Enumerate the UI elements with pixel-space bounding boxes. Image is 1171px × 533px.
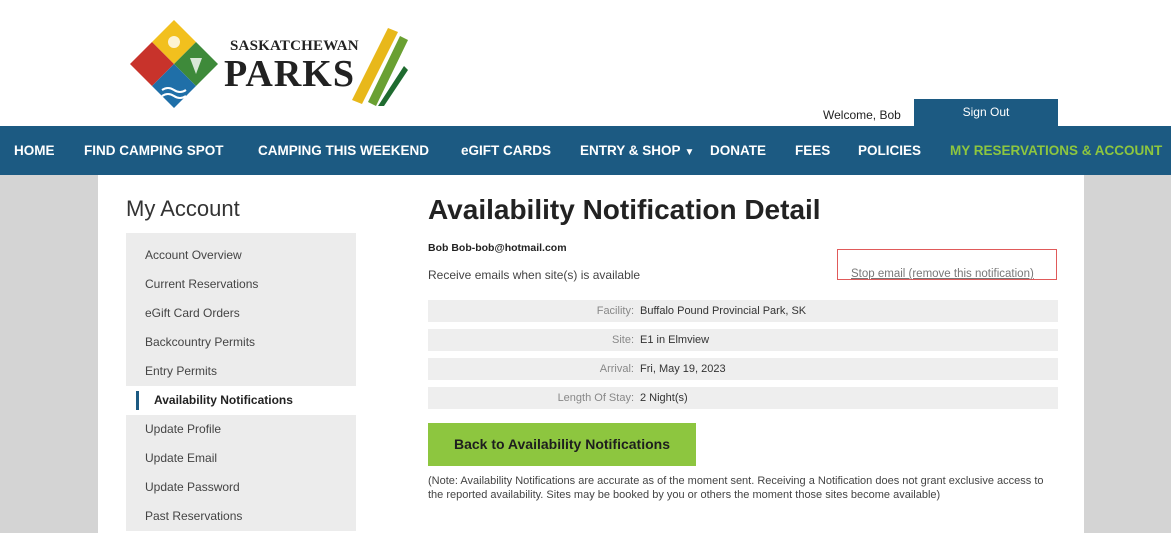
sidebar-item-current-reservations[interactable]: Current Reservations (126, 270, 356, 299)
chevron-down-icon: ▼ (684, 147, 695, 158)
stop-email-highlight: Stop email (remove this notification) (837, 249, 1057, 280)
main-nav: HOME FIND CAMPING SPOT CAMPING THIS WEEK… (0, 126, 1171, 175)
detail-label: Site: (611, 334, 634, 346)
nav-egift-cards[interactable]: eGIFT CARDS (461, 126, 551, 175)
detail-row-site: Site: E1 in Elmview (428, 329, 1058, 351)
nav-entry-shop-label: ENTRY & SHOP (580, 143, 681, 158)
detail-value: 2 Night(s) (640, 392, 688, 404)
wheat-stripe-icon (352, 28, 408, 106)
detail-row-length-of-stay: Length Of Stay: 2 Night(s) (428, 387, 1058, 409)
notification-description: Receive emails when site(s) is available (428, 268, 641, 282)
disclaimer-note: (Note: Availability Notifications are ac… (428, 475, 1044, 501)
sidebar-item-update-email[interactable]: Update Email (126, 444, 356, 473)
sidebar-item-account-overview[interactable]: Account Overview (126, 241, 356, 270)
site-header: SASKATCHEWAN PARKS Welcome, Bob Sign Out (0, 0, 1171, 126)
notification-details: Facility: Buffalo Pound Provincial Park,… (428, 300, 1058, 416)
nav-home[interactable]: HOME (14, 126, 55, 175)
back-to-notifications-button[interactable]: Back to Availability Notifications (428, 423, 696, 466)
detail-label: Length Of Stay: (557, 392, 634, 404)
nav-camping-this-weekend[interactable]: CAMPING THIS WEEKEND (258, 126, 429, 175)
sign-out-button[interactable]: Sign Out (914, 99, 1058, 126)
welcome-text: Welcome, Bob (823, 108, 901, 122)
sidebar-item-update-password[interactable]: Update Password (126, 473, 356, 502)
sidebar-item-past-reservations[interactable]: Past Reservations (126, 502, 356, 531)
sidebar-item-entry-permits[interactable]: Entry Permits (126, 357, 356, 386)
detail-value: E1 in Elmview (640, 334, 710, 346)
detail-row-arrival: Arrival: Fri, May 19, 2023 (428, 358, 1058, 380)
detail-row-facility: Facility: Buffalo Pound Provincial Park,… (428, 300, 1058, 322)
saskatchewan-parks-logo[interactable]: SASKATCHEWAN PARKS (128, 18, 408, 118)
nav-donate[interactable]: DONATE (710, 126, 766, 175)
user-name-email: Bob Bob-bob@hotmail.com (428, 242, 567, 254)
nav-my-reservations-account[interactable]: MY RESERVATIONS & ACCOUNT (950, 126, 1162, 175)
sidebar-item-egift-card-orders[interactable]: eGift Card Orders (126, 299, 356, 328)
detail-label: Facility: (596, 305, 634, 317)
account-sidebar: Account Overview Current Reservations eG… (126, 233, 356, 531)
nav-entry-shop[interactable]: ENTRY & SHOP ▼ (580, 126, 694, 175)
detail-value: Fri, May 19, 2023 (640, 363, 726, 375)
nav-fees[interactable]: FEES (795, 126, 830, 175)
parks-emblem-icon (130, 20, 218, 108)
stop-email-link[interactable]: Stop email (remove this notification) (851, 268, 1034, 280)
nav-policies[interactable]: POLICIES (858, 126, 921, 175)
detail-label: Arrival: (599, 363, 634, 375)
sidebar-item-update-profile[interactable]: Update Profile (126, 415, 356, 444)
page-title: Availability Notification Detail (428, 194, 821, 225)
sidebar-item-availability-notifications[interactable]: Availability Notifications (126, 386, 356, 415)
sidebar-title: My Account (126, 196, 240, 221)
nav-find-camping-spot[interactable]: FIND CAMPING SPOT (84, 126, 224, 175)
logo-text-main: PARKS (224, 53, 355, 95)
sidebar-item-backcountry-permits[interactable]: Backcountry Permits (126, 328, 356, 357)
detail-value: Buffalo Pound Provincial Park, SK (640, 305, 807, 317)
